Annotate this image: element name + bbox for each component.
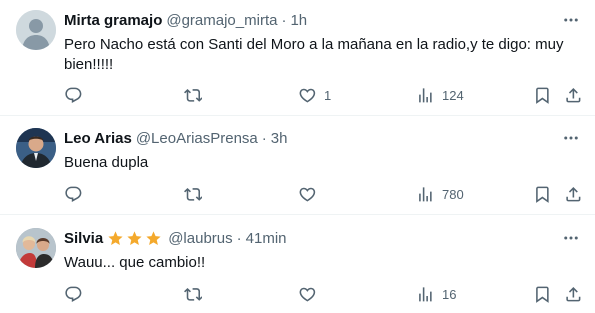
views-count: 16 [442, 286, 457, 302]
views-button[interactable]: 16 [408, 277, 456, 311]
bookmark-button[interactable] [525, 277, 559, 311]
author-handle[interactable]: @gramajo_mirta [166, 12, 277, 29]
dot-separator: · [281, 11, 287, 29]
action-bar: 16 [56, 277, 586, 311]
reply-tweet[interactable]: Mirta gramajo @gramajo_mirta · 1h Pero N… [0, 0, 595, 115]
reply-tweet[interactable]: Leo Arias @LeoAriasPrensa · 3h Buena dup… [0, 116, 595, 214]
retweet-button[interactable] [176, 177, 210, 211]
share-button[interactable] [556, 277, 590, 311]
views-chart-icon [418, 87, 432, 103]
retweet-button[interactable] [176, 277, 210, 311]
reply-button[interactable] [56, 277, 90, 311]
star-icon [146, 230, 161, 245]
author-name[interactable]: Silvia [64, 230, 103, 247]
action-bar: 780 [56, 177, 586, 211]
more-options-icon[interactable] [561, 10, 581, 30]
bookmark-button[interactable] [525, 177, 559, 211]
avatar[interactable] [16, 228, 56, 268]
author-handle[interactable]: @LeoAriasPrensa [136, 130, 258, 147]
author-name[interactable]: Mirta gramajo [64, 12, 162, 29]
share-button[interactable] [556, 177, 590, 211]
share-icon [565, 186, 581, 202]
views-chart-icon [418, 286, 432, 302]
author-name[interactable]: Leo Arias [64, 130, 132, 147]
like-count: 1 [324, 87, 332, 103]
share-icon [565, 87, 581, 103]
star-icon [108, 230, 123, 245]
like-button[interactable] [290, 177, 324, 211]
reply-button[interactable] [56, 177, 90, 211]
reply-icon [64, 87, 82, 103]
timestamp[interactable]: 3h [271, 130, 288, 147]
views-button[interactable]: 124 [408, 78, 464, 112]
more-options-icon[interactable] [561, 128, 581, 148]
bookmark-icon [535, 286, 549, 303]
heart-icon [299, 88, 315, 103]
dot-separator: · [236, 229, 242, 247]
share-button[interactable] [556, 78, 590, 112]
timestamp[interactable]: 41min [246, 230, 287, 247]
avatar[interactable] [16, 128, 56, 168]
reply-button[interactable] [56, 78, 90, 112]
views-button[interactable]: 780 [408, 177, 464, 211]
retweet-button[interactable] [176, 78, 210, 112]
like-button[interactable] [290, 277, 324, 311]
author-handle[interactable]: @laubrus [168, 230, 232, 247]
rating-stars [107, 230, 164, 247]
tweet-text: Wauu... que cambio!! [64, 254, 206, 271]
tweet-text: Pero Nacho está con Santi del Moro a la … [64, 36, 564, 73]
more-options-icon[interactable] [561, 228, 581, 248]
avatar[interactable] [16, 10, 56, 50]
timestamp[interactable]: 1h [290, 12, 307, 29]
star-icon [127, 230, 142, 245]
reply-icon [64, 286, 82, 302]
action-bar: 1 124 [56, 78, 586, 112]
reply-tweet[interactable]: Silvia @laubrus · 41min Wauu... que camb… [0, 215, 595, 313]
views-count: 124 [442, 87, 464, 103]
bookmark-icon [535, 87, 549, 104]
retweet-icon [183, 187, 203, 201]
share-icon [565, 286, 581, 302]
tweet-text: Buena dupla [64, 154, 149, 171]
bookmark-icon [535, 186, 549, 203]
bookmark-button[interactable] [525, 78, 559, 112]
retweet-icon [183, 287, 203, 301]
like-button[interactable]: 1 [290, 78, 331, 112]
views-count: 780 [442, 186, 464, 202]
reply-icon [64, 186, 82, 202]
retweet-icon [183, 88, 203, 102]
heart-icon [299, 187, 315, 202]
heart-icon [299, 287, 315, 302]
views-chart-icon [418, 186, 432, 202]
dot-separator: · [261, 129, 267, 147]
